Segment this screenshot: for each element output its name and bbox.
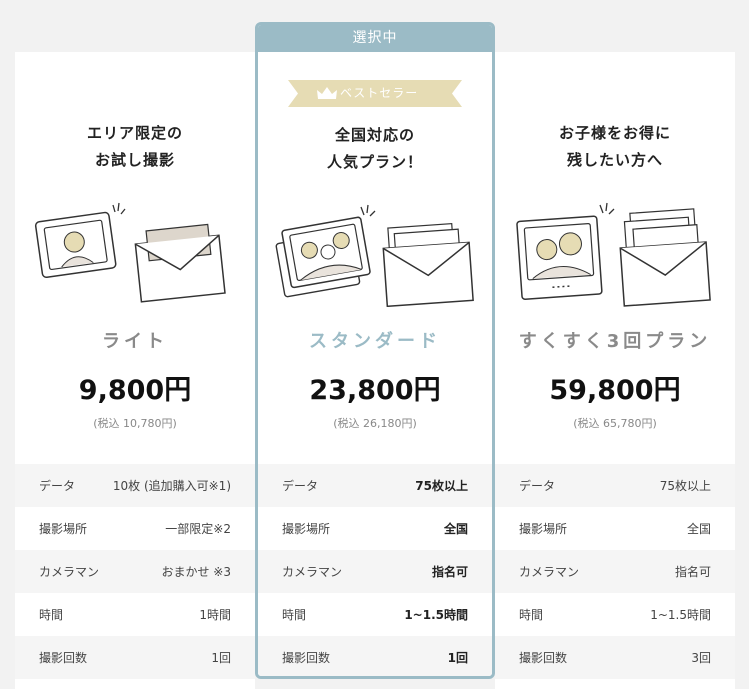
spec-row-location: 撮影場所 全国 (519, 522, 711, 536)
plan-tagline: 全国対応の 人気プラン！ (326, 126, 423, 171)
plan-name: ライト (102, 331, 168, 352)
plan-spec-table: データ 75枚以上 撮影場所 全国 カメラマン 指名可 時間 1~1.5時間 撮影回数 3… (495, 464, 735, 679)
spec-row-time: 時間 1時間 (39, 608, 231, 622)
spec-row-data: データ 75枚以上 (495, 464, 735, 507)
spec-row-sessions: 撮影回数 3回 (495, 636, 735, 679)
plan-tax: (税込 65,780円) (573, 417, 657, 430)
spec-row-sessions: 撮影回数 1回 (258, 636, 492, 676)
plan-spec-table: データ 75枚以上 撮影場所 全国 カメラマン 指名可 時間 1~1.5時間 撮影回数 1… (258, 464, 492, 676)
spec-row-location: 撮影場所 一部限定※2 (39, 522, 231, 536)
spec-row-photographer: カメラマン 指名可 (258, 550, 492, 593)
plan-name: スタンダード (309, 331, 441, 352)
plan-card-lite[interactable]: エリア限定の お試し撮影 ライト 9,800円 (税込 10,780円) データ… (15, 52, 255, 689)
spec-row-data: データ 10枚 (追加購入可※1) (15, 464, 255, 507)
album-envelope-illustration (516, 202, 711, 307)
spec-row-data: データ 75枚以上 (258, 464, 492, 507)
plan-tagline: お子様をお得に 残したい方へ (558, 124, 671, 169)
spec-row-sessions: 撮影回数 1回 (15, 636, 255, 679)
plan-price: 9,800円 (78, 375, 192, 406)
spec-row-time: 時間 1~1.5時間 (282, 608, 468, 622)
plan-price: 59,800円 (549, 375, 681, 406)
plan-name: すくすく3回プラン (518, 331, 712, 352)
plan-price: 23,800円 (309, 375, 441, 406)
plan-card-standard[interactable]: 選択中 ベストセラー 全国対応の 人気プラン！ スタンダード 23,800円 ( (255, 22, 495, 679)
plan-tagline: エリア限定の お試し撮影 (86, 124, 183, 169)
bestseller-badge: ベストセラー (288, 80, 462, 107)
photo-envelope-illustration (34, 202, 226, 303)
plan-tax: (税込 10,780円) (93, 417, 177, 430)
crown-icon (317, 87, 337, 99)
spec-row-photographer: カメラマン 指名可 (495, 550, 735, 593)
spec-row-photographer: カメラマン おまかせ ※3 (15, 550, 255, 593)
family-photo-envelope-illustration (275, 204, 474, 307)
selected-indicator: 選択中 (258, 25, 492, 52)
plan-card-sukusuku[interactable]: お子様をお得に 残したい方へ すくすく3回プラン 59,800円 (税込 65,… (495, 52, 735, 689)
spec-row-location: 撮影場所 全国 (282, 522, 468, 536)
plan-spec-table: データ 10枚 (追加購入可※1) 撮影場所 一部限定※2 カメラマン おまかせ ※3… (15, 464, 255, 679)
spec-row-time: 時間 1~1.5時間 (519, 608, 711, 622)
plan-tax: (税込 26,180円) (333, 417, 417, 430)
